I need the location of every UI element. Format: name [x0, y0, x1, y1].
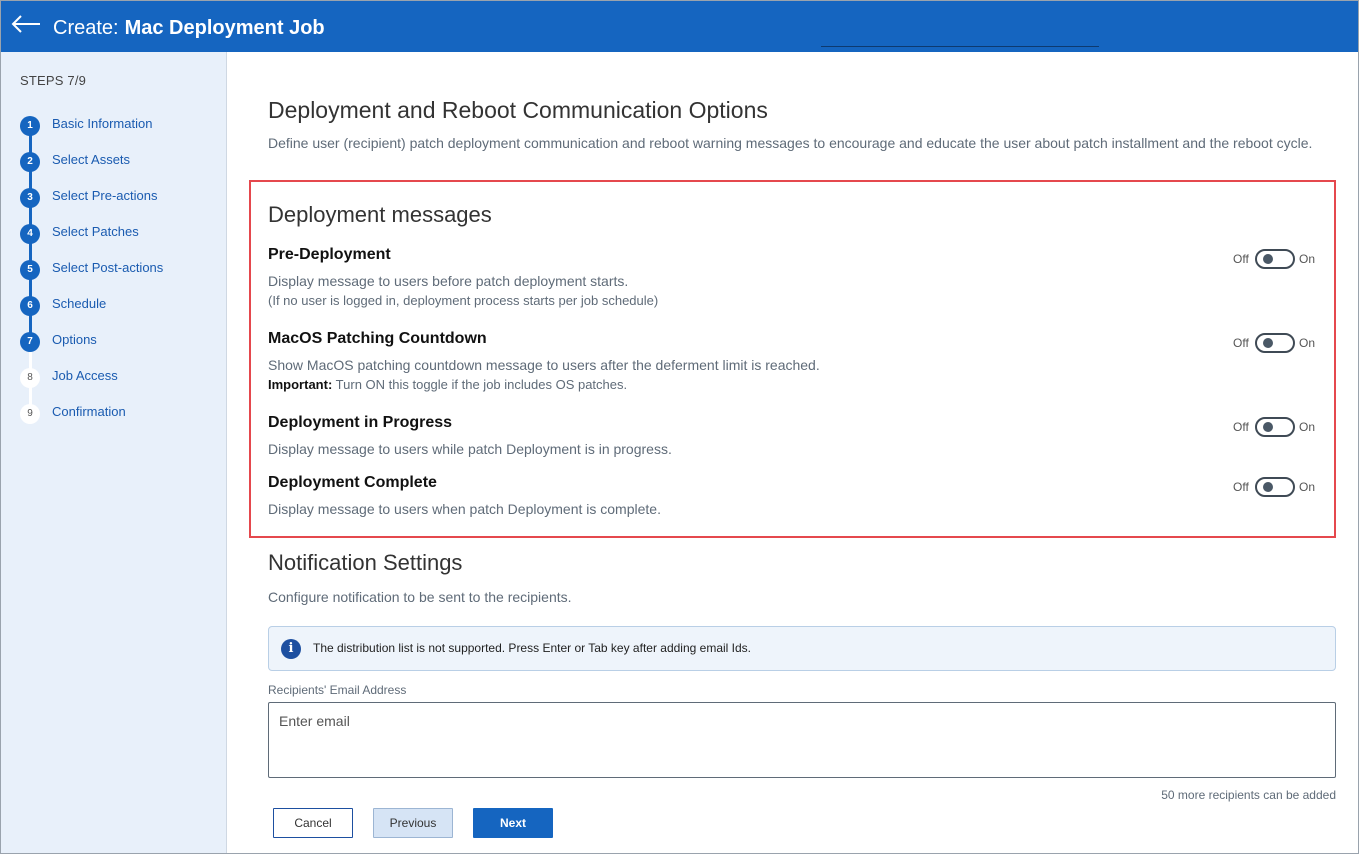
important-label: Important: [268, 377, 333, 392]
step-label: Basic Information [52, 116, 153, 131]
toggle-on-label: On [1299, 480, 1316, 494]
cancel-button[interactable]: Cancel [273, 808, 353, 838]
macos-countdown-desc: Show MacOS patching countdown message to… [268, 357, 820, 373]
macos-countdown-title: MacOS Patching Countdown [268, 330, 487, 347]
pre-deployment-note: (If no user is logged in, deployment pro… [268, 293, 659, 308]
toggle-knob [1263, 422, 1273, 432]
step-select-post-actions[interactable]: 5 Select Post-actions [1, 256, 227, 280]
step-select-pre-actions[interactable]: 3 Select Pre-actions [1, 184, 227, 208]
step-confirmation[interactable]: 9 Confirmation [1, 400, 227, 424]
previous-button[interactable]: Previous [373, 808, 453, 838]
toggle-knob [1263, 254, 1273, 264]
step-number: 3 [20, 188, 40, 208]
step-label: Select Post-actions [52, 260, 164, 275]
recipients-remaining-hint: 50 more recipients can be added [1161, 788, 1336, 802]
step-job-access[interactable]: 8 Job Access [1, 364, 227, 388]
step-label: Options [52, 332, 97, 347]
deployment-complete-toggle[interactable] [1255, 477, 1295, 497]
toggle-on-label: On [1299, 420, 1316, 434]
steps-sidebar: STEPS 7/9 1 Basic Information 2 Select A… [1, 52, 227, 853]
toggle-off-label: Off [1233, 336, 1249, 350]
step-select-patches[interactable]: 4 Select Patches [1, 220, 227, 244]
info-icon: i [281, 639, 301, 659]
important-text: Turn ON this toggle if the job includes … [335, 377, 628, 392]
step-label: Select Pre-actions [52, 188, 158, 203]
step-number: 9 [20, 404, 40, 424]
step-schedule[interactable]: 6 Schedule [1, 292, 227, 316]
macos-countdown-toggle-group: Off On [1233, 333, 1323, 353]
step-label: Confirmation [52, 404, 126, 419]
step-label: Job Access [52, 368, 118, 383]
step-label: Schedule [52, 296, 107, 311]
deployment-in-progress-title: Deployment in Progress [268, 414, 453, 431]
toggle-off-label: Off [1233, 252, 1249, 266]
pre-deployment-desc: Display message to users before patch de… [268, 273, 629, 289]
info-banner: i The distribution list is not supported… [268, 626, 1336, 671]
pre-deployment-toggle-group: Off On [1233, 249, 1323, 269]
deployment-in-progress-toggle[interactable] [1255, 417, 1295, 437]
header-divider [821, 46, 1099, 47]
deployment-in-progress-desc: Display message to users while patch Dep… [268, 441, 672, 457]
step-number: 1 [20, 116, 40, 136]
next-button[interactable]: Next [473, 808, 553, 838]
section-description: Define user (recipient) patch deployment… [268, 135, 1313, 151]
step-number: 7 [20, 332, 40, 352]
pre-deployment-toggle[interactable] [1255, 249, 1295, 269]
toggle-knob [1263, 482, 1273, 492]
deployment-complete-title: Deployment Complete [268, 474, 437, 491]
step-number: 8 [20, 368, 40, 388]
step-select-assets[interactable]: 2 Select Assets [1, 148, 227, 172]
notification-settings-heading: Notification Settings [268, 550, 463, 575]
page-title: Create: Mac Deployment Job [53, 16, 325, 40]
toggle-off-label: Off [1233, 420, 1249, 434]
section-title: Deployment and Reboot Communication Opti… [268, 97, 768, 123]
deployment-in-progress-toggle-group: Off On [1233, 417, 1323, 437]
email-field-label: Recipients' Email Address [268, 683, 407, 697]
back-button[interactable] [11, 13, 43, 37]
back-arrow-icon [11, 15, 40, 33]
title-prefix: Create: [53, 17, 119, 39]
step-label: Select Patches [52, 224, 139, 239]
step-options[interactable]: 7 Options [1, 328, 227, 352]
step-number: 2 [20, 152, 40, 172]
main-content: Deployment and Reboot Communication Opti… [228, 52, 1358, 853]
toggle-knob [1263, 338, 1273, 348]
deployment-complete-toggle-group: Off On [1233, 477, 1323, 497]
deployment-complete-desc: Display message to users when patch Depl… [268, 501, 661, 517]
toggle-on-label: On [1299, 252, 1316, 266]
steps-counter: STEPS 7/9 [20, 73, 87, 88]
step-number: 4 [20, 224, 40, 244]
job-type-name: Mac Deployment Job [124, 17, 325, 39]
recipients-email-input[interactable] [268, 702, 1336, 778]
macos-countdown-toggle[interactable] [1255, 333, 1295, 353]
step-number: 6 [20, 296, 40, 316]
step-number: 5 [20, 260, 40, 280]
step-label: Select Assets [52, 152, 131, 167]
step-basic-information[interactable]: 1 Basic Information [1, 112, 227, 136]
pre-deployment-title: Pre-Deployment [268, 246, 391, 263]
notification-settings-desc: Configure notification to be sent to the… [268, 589, 572, 605]
app-header: Create: Mac Deployment Job [1, 1, 1358, 52]
info-banner-text: The distribution list is not supported. … [313, 641, 751, 655]
macos-countdown-note: Important: Turn ON this toggle if the jo… [268, 377, 627, 392]
toggle-on-label: On [1299, 336, 1316, 350]
deployment-messages-heading: Deployment messages [268, 202, 492, 227]
toggle-off-label: Off [1233, 480, 1249, 494]
